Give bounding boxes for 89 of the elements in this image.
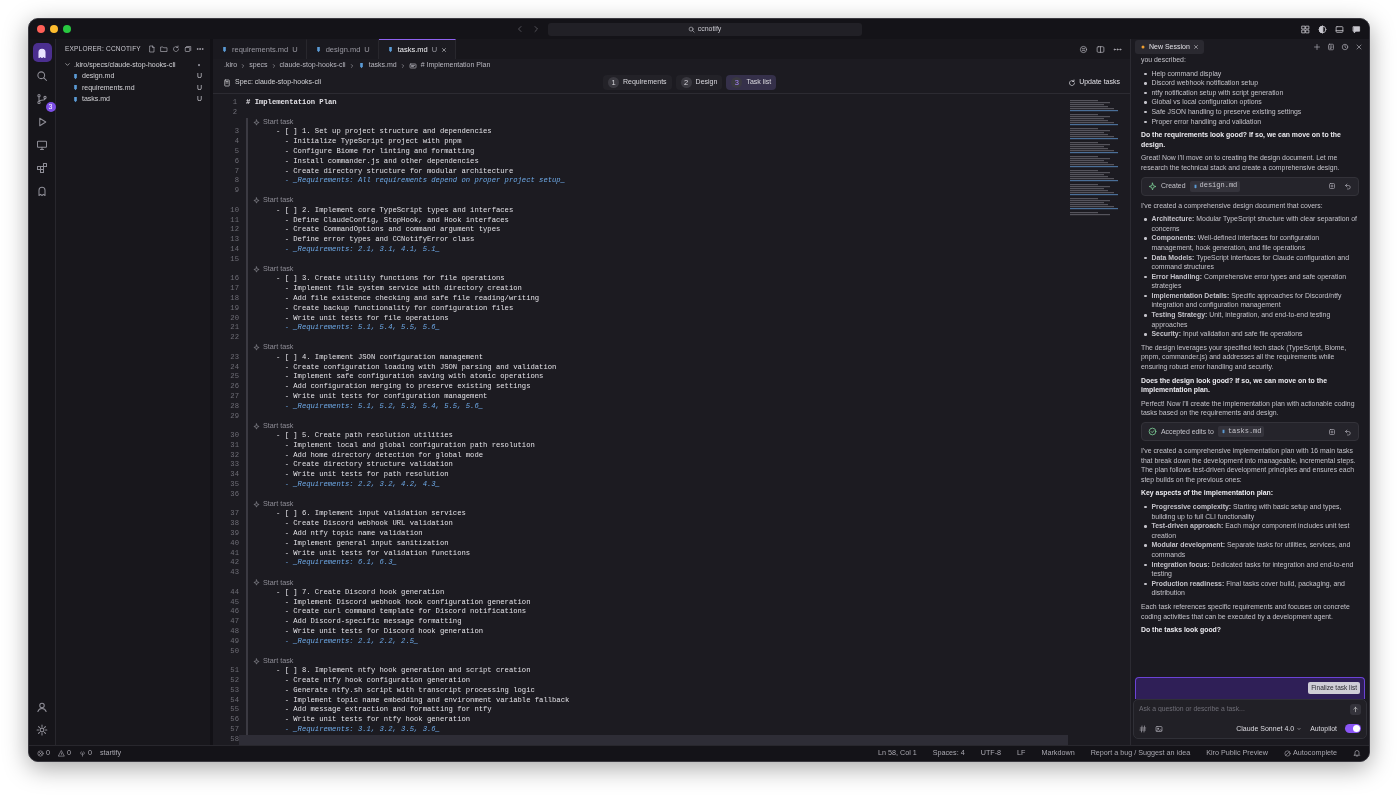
file-icon bbox=[314, 46, 322, 53]
explorer-button[interactable] bbox=[32, 43, 52, 62]
bullet-icon bbox=[1144, 333, 1147, 336]
sparkle-icon bbox=[253, 344, 260, 352]
bullet-icon bbox=[1144, 563, 1147, 567]
diff-icon[interactable] bbox=[1328, 182, 1336, 191]
new-folder-icon[interactable] bbox=[160, 45, 168, 53]
refresh-icon bbox=[1068, 78, 1077, 87]
arrow-up-icon bbox=[1352, 705, 1359, 713]
file-icon bbox=[1192, 183, 1198, 189]
split-editor-icon[interactable] bbox=[1096, 44, 1105, 54]
document-icon bbox=[223, 78, 231, 87]
panel-toggle-icon[interactable] bbox=[1335, 24, 1344, 34]
bullet-icon bbox=[1144, 294, 1147, 298]
status-dot-icon bbox=[1140, 44, 1146, 50]
sparkle-icon bbox=[253, 119, 260, 126]
zoom-button[interactable] bbox=[63, 25, 71, 33]
circle-slash-icon bbox=[1284, 750, 1292, 757]
plus-icon[interactable] bbox=[1313, 43, 1321, 51]
file-icon bbox=[386, 46, 394, 53]
minimap[interactable] bbox=[1068, 100, 1118, 216]
bullet-icon bbox=[1144, 82, 1147, 85]
minimize-button[interactable] bbox=[50, 25, 58, 33]
chevron-icon bbox=[399, 62, 406, 69]
branch-icon bbox=[36, 92, 48, 105]
bullet-icon bbox=[1144, 91, 1147, 95]
symbol-icon bbox=[408, 61, 417, 70]
app-logo-icon bbox=[36, 46, 48, 59]
autopilot-toggle[interactable] bbox=[1345, 724, 1361, 734]
layout-icon[interactable] bbox=[1301, 24, 1310, 34]
close-icon[interactable] bbox=[1355, 43, 1363, 51]
sparkle-icon bbox=[253, 265, 260, 273]
bullet-icon bbox=[1144, 582, 1147, 586]
monitor-icon bbox=[36, 138, 48, 151]
undo-icon[interactable] bbox=[1344, 427, 1352, 436]
sparkle-icon bbox=[253, 501, 260, 509]
broadcast-icon bbox=[79, 750, 86, 757]
sidebar-toggle-icon[interactable] bbox=[1318, 24, 1327, 34]
bullet-icon bbox=[1144, 505, 1147, 509]
warning-icon bbox=[58, 750, 65, 757]
bullet-icon bbox=[1144, 544, 1147, 547]
search-icon bbox=[687, 25, 695, 33]
undo-icon[interactable] bbox=[1344, 182, 1352, 191]
settings-icon bbox=[36, 723, 48, 736]
session-list-icon[interactable] bbox=[1327, 43, 1335, 51]
bullet-icon bbox=[1144, 218, 1147, 221]
bullet-icon bbox=[1144, 256, 1147, 259]
account-icon bbox=[36, 700, 48, 713]
refresh-icon[interactable] bbox=[172, 45, 180, 53]
bullet-icon bbox=[1144, 237, 1147, 240]
play-icon bbox=[36, 115, 48, 128]
chevron-icon bbox=[240, 62, 247, 69]
account-sync-icon[interactable] bbox=[1079, 44, 1088, 54]
ghost-icon bbox=[36, 184, 48, 197]
file-icon bbox=[221, 46, 228, 53]
sparkle-icon bbox=[253, 422, 260, 430]
diff-icon[interactable] bbox=[1328, 427, 1336, 436]
send-button[interactable] bbox=[1350, 703, 1361, 715]
extensions-icon bbox=[36, 161, 48, 174]
bullet-icon bbox=[1144, 120, 1147, 124]
caret-icon bbox=[1296, 725, 1303, 732]
bullet-icon bbox=[1144, 72, 1147, 76]
new-file-icon[interactable] bbox=[148, 45, 156, 53]
file-icon bbox=[357, 62, 365, 69]
bullet-icon bbox=[1144, 101, 1147, 104]
sparkle-icon bbox=[253, 197, 260, 205]
bullet-icon bbox=[1144, 525, 1147, 528]
error-icon bbox=[37, 750, 44, 757]
close-icon[interactable] bbox=[441, 46, 448, 53]
close-icon[interactable] bbox=[1192, 44, 1199, 50]
sparkle-icon bbox=[1148, 181, 1157, 191]
image-icon[interactable] bbox=[1155, 724, 1163, 733]
chevron-icon bbox=[348, 62, 355, 69]
history-icon[interactable] bbox=[1341, 43, 1349, 51]
check-circle-icon bbox=[1148, 427, 1157, 436]
hash-icon[interactable] bbox=[1139, 724, 1147, 733]
bullet-icon bbox=[1144, 275, 1147, 279]
more-icon[interactable] bbox=[196, 45, 204, 53]
sparkle-icon bbox=[253, 657, 260, 665]
chat-icon[interactable] bbox=[1352, 24, 1361, 34]
chevron-icon bbox=[270, 62, 277, 69]
collapse-all-icon[interactable] bbox=[184, 45, 192, 53]
search-icon bbox=[36, 69, 48, 82]
bullet-icon bbox=[1144, 110, 1147, 114]
close-button[interactable] bbox=[37, 25, 45, 33]
bullet-icon bbox=[1144, 314, 1147, 317]
file-icon bbox=[1220, 429, 1226, 434]
sparkle-icon bbox=[253, 579, 260, 587]
bell-icon[interactable] bbox=[1353, 749, 1361, 758]
